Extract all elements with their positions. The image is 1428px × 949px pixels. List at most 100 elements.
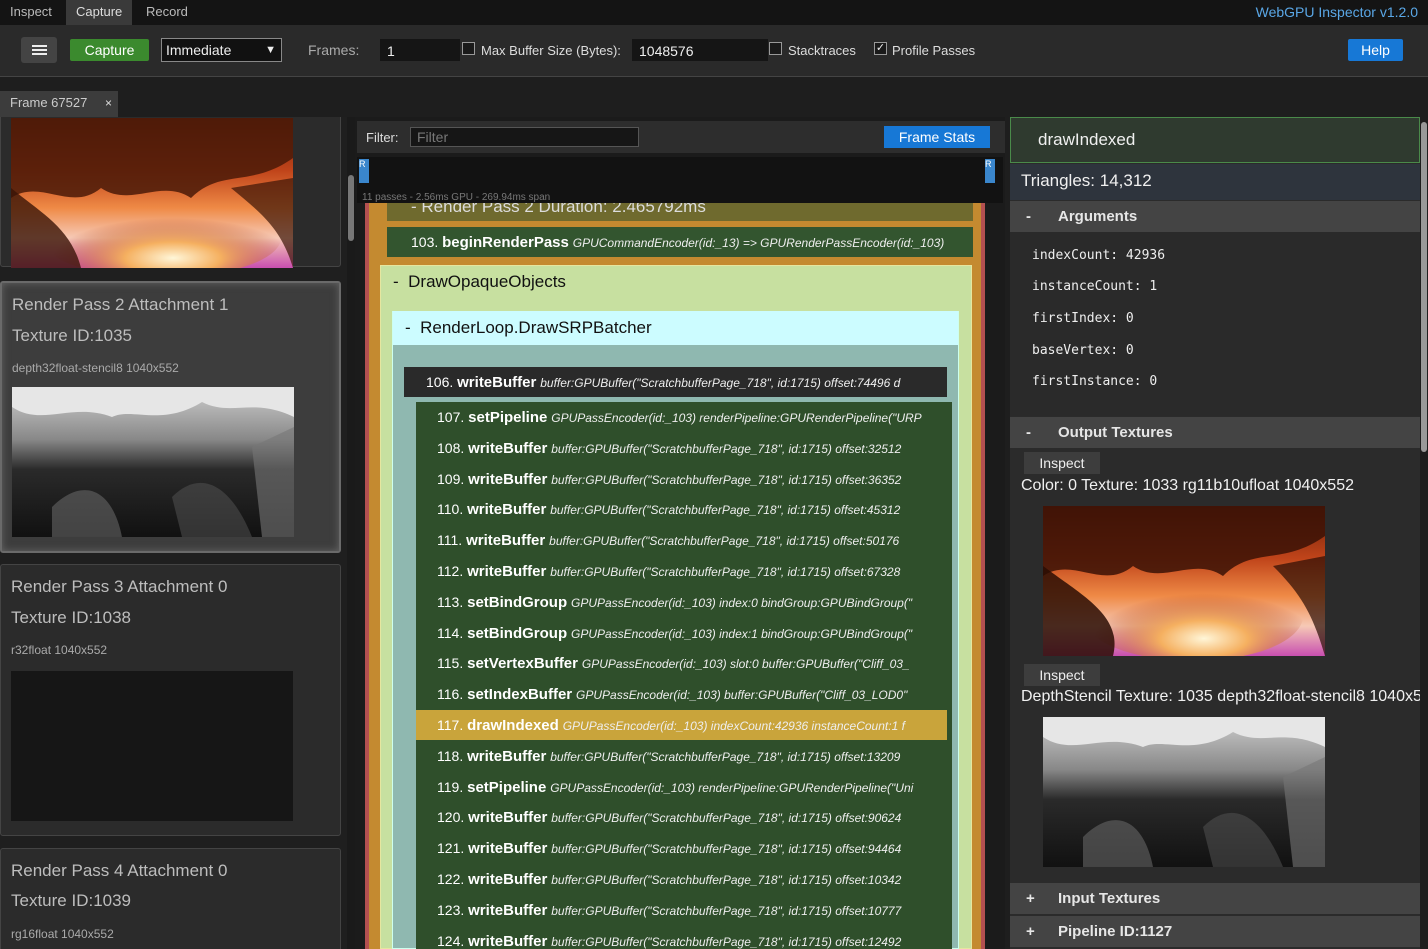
argument-item: instanceCount: 1	[1032, 279, 1158, 294]
color-texture-label: Color: 0 Texture: 1033 rg11b10ufloat 104…	[1021, 477, 1354, 494]
command-number: 109.	[437, 470, 465, 487]
command-row[interactable]: 108. writeBuffer buffer:GPUBuffer("Scrat…	[416, 433, 947, 463]
command-name: writeBuffer	[468, 809, 548, 827]
texture-card[interactable]: Render Pass 3 Attachment 0 Texture ID:10…	[0, 564, 341, 836]
command-row[interactable]: 107. setPipeline GPUPassEncoder(id:_103)…	[416, 402, 947, 432]
inspect-depth-button[interactable]: Inspect	[1024, 664, 1100, 686]
max-buffer-size-input[interactable]: 1048576	[632, 39, 768, 61]
inspect-color-button[interactable]: Inspect	[1024, 452, 1100, 474]
command-panel: Filter: Filter Frame Stats R R 11 passes…	[355, 117, 1005, 949]
command-name: drawIndexed	[467, 717, 559, 734]
command-row[interactable]: 116. setIndexBuffer GPUPassEncoder(id:_1…	[416, 679, 947, 709]
profile-passes-checkbox[interactable]: ✓	[874, 42, 887, 55]
command-number: 115.	[437, 655, 464, 672]
command-row[interactable]: 113. setBindGroup GPUPassEncoder(id:_103…	[416, 587, 947, 617]
frame-stats-button[interactable]: Frame Stats	[884, 126, 990, 148]
command-number: 123.	[437, 901, 465, 918]
command-row[interactable]: 111. writeBuffer buffer:GPUBuffer("Scrat…	[416, 525, 947, 555]
tab-record[interactable]: Record	[136, 0, 198, 25]
command-row[interactable]: 120. writeBuffer buffer:GPUBuffer("Scrat…	[416, 802, 947, 832]
command-row[interactable]: 115. setVertexBuffer GPUPassEncoder(id:_…	[416, 648, 947, 678]
command-row[interactable]: 119. setPipeline GPUPassEncoder(id:_103)…	[416, 772, 947, 802]
chevron-down-icon: ▼	[265, 44, 276, 56]
frames-input[interactable]: 1	[380, 39, 460, 61]
texture-card-top[interactable]	[0, 117, 341, 268]
pass-duration-header[interactable]: - Render Pass 2 Duration: 2.465792ms	[387, 203, 973, 221]
command-row[interactable]: 121. writeBuffer buffer:GPUBuffer("Scrat…	[416, 833, 947, 863]
hamburger-menu-icon[interactable]	[21, 37, 57, 63]
card-format: r32float 1040x552	[11, 643, 108, 657]
filter-bar: Filter: Filter Frame Stats	[357, 121, 1005, 153]
group-label: DrawOpaqueObjects	[408, 272, 566, 291]
command-args: buffer:GPUBuffer("ScratchbufferPage_718"…	[551, 472, 902, 487]
capture-mode-select[interactable]: Immediate ▼	[161, 38, 282, 62]
tab-inspect[interactable]: Inspect	[0, 0, 62, 25]
card-texture-id: Texture ID:1038	[11, 608, 132, 627]
command-name: writeBuffer	[468, 840, 548, 858]
stacktraces-checkbox[interactable]	[769, 42, 782, 55]
command-row[interactable]: 112. writeBuffer buffer:GPUBuffer("Scrat…	[416, 556, 947, 586]
command-name: beginRenderPass	[442, 234, 569, 251]
card-title: Render Pass 4 Attachment 0	[11, 861, 228, 880]
command-row[interactable]: 106. writeBuffer buffer:GPUBuffer("Scrat…	[404, 367, 947, 397]
command-number: 118.	[437, 747, 464, 764]
section-toggle: -	[1026, 424, 1031, 441]
left-scrollbar[interactable]	[347, 117, 355, 949]
timeline-pass-marker[interactable]: R	[985, 159, 995, 183]
capture-button[interactable]: Capture	[70, 39, 149, 61]
frame-tab-label: Frame 67527	[10, 95, 88, 110]
command-row[interactable]: 103. beginRenderPass GPUCommandEncoder(i…	[387, 227, 973, 257]
right-scrollbar[interactable]	[1420, 117, 1428, 949]
color-thumbnail	[11, 118, 293, 268]
output-textures-section-header[interactable]: - Output Textures	[1010, 417, 1420, 448]
help-button[interactable]: Help	[1348, 39, 1403, 61]
top-tab-bar: Inspect Capture Record WebGPU Inspector …	[0, 0, 1428, 25]
command-number: 120.	[437, 809, 465, 826]
command-number: 111.	[437, 532, 463, 549]
command-name: writeBuffer	[468, 439, 548, 457]
frame-tab[interactable]: Frame 67527 ×	[0, 91, 118, 117]
filter-label: Filter:	[366, 130, 399, 145]
command-number: 119.	[437, 778, 464, 795]
depth-texture-image[interactable]	[1043, 717, 1325, 867]
command-args: buffer:GPUBuffer("ScratchbufferPage_718"…	[551, 903, 902, 918]
command-row[interactable]: 124. writeBuffer buffer:GPUBuffer("Scrat…	[416, 926, 947, 949]
input-textures-section-header[interactable]: + Input Textures	[1010, 883, 1420, 914]
arguments-section-header[interactable]: - Arguments	[1010, 201, 1420, 232]
pipeline-section-header[interactable]: + Pipeline ID:1127	[1010, 916, 1420, 947]
close-icon[interactable]: ×	[105, 91, 112, 115]
command-row[interactable]: 123. writeBuffer buffer:GPUBuffer("Scrat…	[416, 895, 947, 925]
draw-opaque-header[interactable]: - DrawOpaqueObjects	[381, 265, 971, 299]
texture-card-selected[interactable]: Render Pass 2 Attachment 1 Texture ID:10…	[0, 281, 341, 553]
command-args: buffer:GPUBuffer("ScratchbufferPage_718"…	[540, 376, 901, 390]
command-row-selected[interactable]: 117. drawIndexed GPUPassEncoder(id:_103)…	[416, 710, 947, 740]
card-title: Render Pass 2 Attachment 1	[12, 295, 229, 314]
command-number: 113.	[437, 593, 464, 610]
texture-card[interactable]: Render Pass 4 Attachment 0 Texture ID:10…	[0, 848, 341, 949]
timeline-pass-marker[interactable]: R	[359, 159, 369, 183]
tab-capture[interactable]: Capture	[66, 0, 133, 25]
argument-item: baseVertex: 0	[1032, 343, 1134, 358]
maxbuf-checkbox[interactable]	[462, 42, 475, 55]
scrollbar-thumb[interactable]	[348, 175, 354, 241]
card-format: depth32float-stencil8 1040x552	[12, 361, 179, 375]
command-row[interactable]: 110. writeBuffer buffer:GPUBuffer("Scrat…	[416, 494, 947, 524]
color-texture-image[interactable]	[1043, 506, 1325, 656]
command-row[interactable]: 122. writeBuffer buffer:GPUBuffer("Scrat…	[416, 864, 947, 894]
card-texture-id: Texture ID:1039	[11, 891, 132, 910]
texture-list-panel: Render Pass 2 Attachment 1 Texture ID:10…	[0, 117, 347, 949]
section-toggle: -	[1026, 208, 1031, 225]
command-row[interactable]: 109. writeBuffer buffer:GPUBuffer("Scrat…	[416, 464, 947, 494]
command-args: GPUPassEncoder(id:_103) renderPipeline:G…	[551, 411, 922, 425]
command-number: 106.	[426, 374, 454, 390]
command-args: GPUPassEncoder(id:_103) buffer:GPUBuffer…	[576, 688, 908, 703]
command-row[interactable]: 118. writeBuffer buffer:GPUBuffer("Scrat…	[416, 741, 947, 771]
scrollbar-thumb[interactable]	[1421, 122, 1427, 452]
command-number: 124.	[437, 932, 465, 949]
command-row[interactable]: 114. setBindGroup GPUPassEncoder(id:_103…	[416, 618, 947, 648]
srp-batcher-header[interactable]: - RenderLoop.DrawSRPBatcher	[393, 311, 958, 345]
filter-input[interactable]: Filter	[410, 127, 639, 147]
depth-texture-label: DepthStencil Texture: 1035 depth32float-…	[1021, 688, 1420, 705]
details-panel: drawIndexed Triangles: 14,312 - Argument…	[1010, 117, 1420, 949]
command-name: writeBuffer	[467, 747, 547, 765]
